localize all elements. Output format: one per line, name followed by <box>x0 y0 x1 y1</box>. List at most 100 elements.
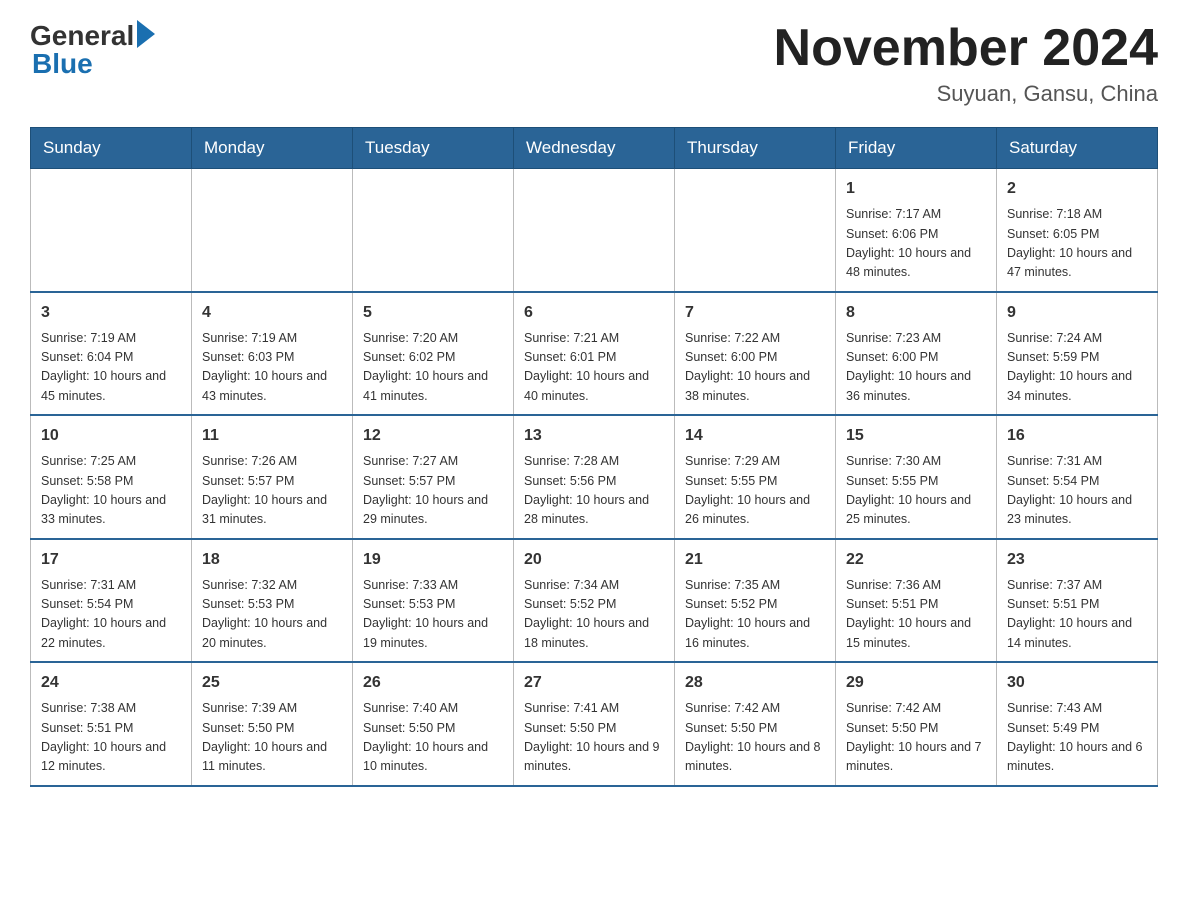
day-info: Sunrise: 7:40 AMSunset: 5:50 PMDaylight:… <box>363 699 503 777</box>
day-info: Sunrise: 7:25 AMSunset: 5:58 PMDaylight:… <box>41 452 181 530</box>
day-number: 15 <box>846 424 986 448</box>
day-info: Sunrise: 7:39 AMSunset: 5:50 PMDaylight:… <box>202 699 342 777</box>
weekday-header-monday: Monday <box>192 128 353 169</box>
calendar-cell: 6 Sunrise: 7:21 AMSunset: 6:01 PMDaylight… <box>514 292 675 416</box>
calendar-cell: 9 Sunrise: 7:24 AMSunset: 5:59 PMDaylight… <box>997 292 1158 416</box>
day-info: Sunrise: 7:42 AMSunset: 5:50 PMDaylight:… <box>685 699 825 777</box>
calendar-cell: 18 Sunrise: 7:32 AMSunset: 5:53 PMDayligh… <box>192 539 353 663</box>
calendar-cell: 29 Sunrise: 7:42 AMSunset: 5:50 PMDayligh… <box>836 662 997 786</box>
calendar-cell: 12 Sunrise: 7:27 AMSunset: 5:57 PMDayligh… <box>353 415 514 539</box>
weekday-header-saturday: Saturday <box>997 128 1158 169</box>
day-info: Sunrise: 7:41 AMSunset: 5:50 PMDaylight:… <box>524 699 664 777</box>
calendar-cell: 25 Sunrise: 7:39 AMSunset: 5:50 PMDayligh… <box>192 662 353 786</box>
day-number: 6 <box>524 301 664 325</box>
day-number: 5 <box>363 301 503 325</box>
day-info: Sunrise: 7:24 AMSunset: 5:59 PMDaylight:… <box>1007 329 1147 407</box>
calendar-cell <box>192 169 353 292</box>
calendar-cell: 7Sunrise: 7:22 AMSunset: 6:00 PMDaylight… <box>675 292 836 416</box>
day-number: 11 <box>202 424 342 448</box>
location-title: Suyuan, Gansu, China <box>774 81 1158 107</box>
calendar-cell: 22 Sunrise: 7:36 AMSunset: 5:51 PMDayligh… <box>836 539 997 663</box>
week-row-2: 3 Sunrise: 7:19 AMSunset: 6:04 PMDaylight… <box>31 292 1158 416</box>
week-row-1: 1 Sunrise: 7:17 AMSunset: 6:06 PMDaylight… <box>31 169 1158 292</box>
day-number: 20 <box>524 548 664 572</box>
day-info: Sunrise: 7:31 AMSunset: 5:54 PMDaylight:… <box>41 576 181 654</box>
calendar-table: SundayMondayTuesdayWednesdayThursdayFrid… <box>30 127 1158 787</box>
day-info: Sunrise: 7:18 AMSunset: 6:05 PMDaylight:… <box>1007 205 1147 283</box>
calendar-cell: 1 Sunrise: 7:17 AMSunset: 6:06 PMDaylight… <box>836 169 997 292</box>
calendar-cell <box>31 169 192 292</box>
day-number: 13 <box>524 424 664 448</box>
weekday-header-wednesday: Wednesday <box>514 128 675 169</box>
calendar-cell: 19 Sunrise: 7:33 AMSunset: 5:53 PMDayligh… <box>353 539 514 663</box>
logo-triangle-icon <box>137 20 155 48</box>
day-info: Sunrise: 7:27 AMSunset: 5:57 PMDaylight:… <box>363 452 503 530</box>
day-info: Sunrise: 7:43 AMSunset: 5:49 PMDaylight:… <box>1007 699 1147 777</box>
calendar-cell: 2Sunrise: 7:18 AMSunset: 6:05 PMDaylight… <box>997 169 1158 292</box>
day-info: Sunrise: 7:32 AMSunset: 5:53 PMDaylight:… <box>202 576 342 654</box>
day-number: 28 <box>685 671 825 695</box>
day-number: 24 <box>41 671 181 695</box>
day-info: Sunrise: 7:17 AMSunset: 6:06 PMDaylight:… <box>846 205 986 283</box>
day-number: 14 <box>685 424 825 448</box>
day-number: 8 <box>846 301 986 325</box>
title-area: November 2024 Suyuan, Gansu, China <box>774 20 1158 107</box>
calendar-cell: 17Sunrise: 7:31 AMSunset: 5:54 PMDayligh… <box>31 539 192 663</box>
day-info: Sunrise: 7:23 AMSunset: 6:00 PMDaylight:… <box>846 329 986 407</box>
day-info: Sunrise: 7:30 AMSunset: 5:55 PMDaylight:… <box>846 452 986 530</box>
day-number: 26 <box>363 671 503 695</box>
day-number: 4 <box>202 301 342 325</box>
calendar-cell: 15 Sunrise: 7:30 AMSunset: 5:55 PMDayligh… <box>836 415 997 539</box>
calendar-cell: 16 Sunrise: 7:31 AMSunset: 5:54 PMDayligh… <box>997 415 1158 539</box>
weekday-header-friday: Friday <box>836 128 997 169</box>
day-info: Sunrise: 7:38 AMSunset: 5:51 PMDaylight:… <box>41 699 181 777</box>
day-info: Sunrise: 7:29 AMSunset: 5:55 PMDaylight:… <box>685 452 825 530</box>
day-info: Sunrise: 7:33 AMSunset: 5:53 PMDaylight:… <box>363 576 503 654</box>
day-info: Sunrise: 7:42 AMSunset: 5:50 PMDaylight:… <box>846 699 986 777</box>
day-info: Sunrise: 7:28 AMSunset: 5:56 PMDaylight:… <box>524 452 664 530</box>
calendar-cell: 26 Sunrise: 7:40 AMSunset: 5:50 PMDayligh… <box>353 662 514 786</box>
day-number: 29 <box>846 671 986 695</box>
calendar-cell: 11Sunrise: 7:26 AMSunset: 5:57 PMDayligh… <box>192 415 353 539</box>
day-number: 27 <box>524 671 664 695</box>
calendar-cell: 23Sunrise: 7:37 AMSunset: 5:51 PMDayligh… <box>997 539 1158 663</box>
day-number: 25 <box>202 671 342 695</box>
day-number: 19 <box>363 548 503 572</box>
day-number: 22 <box>846 548 986 572</box>
week-row-4: 17Sunrise: 7:31 AMSunset: 5:54 PMDayligh… <box>31 539 1158 663</box>
day-number: 21 <box>685 548 825 572</box>
day-number: 1 <box>846 177 986 201</box>
calendar-cell: 27 Sunrise: 7:41 AMSunset: 5:50 PMDayligh… <box>514 662 675 786</box>
calendar-cell: 30Sunrise: 7:43 AMSunset: 5:49 PMDayligh… <box>997 662 1158 786</box>
calendar-cell: 21Sunrise: 7:35 AMSunset: 5:52 PMDayligh… <box>675 539 836 663</box>
calendar-cell: 3 Sunrise: 7:19 AMSunset: 6:04 PMDaylight… <box>31 292 192 416</box>
weekday-header-sunday: Sunday <box>31 128 192 169</box>
day-info: Sunrise: 7:36 AMSunset: 5:51 PMDaylight:… <box>846 576 986 654</box>
calendar-cell: 14 Sunrise: 7:29 AMSunset: 5:55 PMDayligh… <box>675 415 836 539</box>
day-info: Sunrise: 7:21 AMSunset: 6:01 PMDaylight:… <box>524 329 664 407</box>
header: General Blue November 2024 Suyuan, Gansu… <box>30 20 1158 107</box>
calendar-cell: 10 Sunrise: 7:25 AMSunset: 5:58 PMDayligh… <box>31 415 192 539</box>
day-info: Sunrise: 7:19 AMSunset: 6:04 PMDaylight:… <box>41 329 181 407</box>
weekday-header-thursday: Thursday <box>675 128 836 169</box>
calendar-cell: 24 Sunrise: 7:38 AMSunset: 5:51 PMDayligh… <box>31 662 192 786</box>
day-number: 16 <box>1007 424 1147 448</box>
weekday-header-row: SundayMondayTuesdayWednesdayThursdayFrid… <box>31 128 1158 169</box>
logo-blue-text: Blue <box>32 48 93 80</box>
calendar-cell: 28 Sunrise: 7:42 AMSunset: 5:50 PMDayligh… <box>675 662 836 786</box>
calendar-cell: 20Sunrise: 7:34 AMSunset: 5:52 PMDayligh… <box>514 539 675 663</box>
day-info: Sunrise: 7:31 AMSunset: 5:54 PMDaylight:… <box>1007 452 1147 530</box>
day-number: 18 <box>202 548 342 572</box>
day-number: 9 <box>1007 301 1147 325</box>
calendar-cell: 13 Sunrise: 7:28 AMSunset: 5:56 PMDayligh… <box>514 415 675 539</box>
day-info: Sunrise: 7:19 AMSunset: 6:03 PMDaylight:… <box>202 329 342 407</box>
day-number: 7 <box>685 301 825 325</box>
calendar-cell <box>353 169 514 292</box>
day-info: Sunrise: 7:20 AMSunset: 6:02 PMDaylight:… <box>363 329 503 407</box>
weekday-header-tuesday: Tuesday <box>353 128 514 169</box>
day-number: 12 <box>363 424 503 448</box>
day-number: 3 <box>41 301 181 325</box>
logo: General Blue <box>30 20 155 80</box>
day-number: 10 <box>41 424 181 448</box>
calendar-cell: 4 Sunrise: 7:19 AMSunset: 6:03 PMDaylight… <box>192 292 353 416</box>
